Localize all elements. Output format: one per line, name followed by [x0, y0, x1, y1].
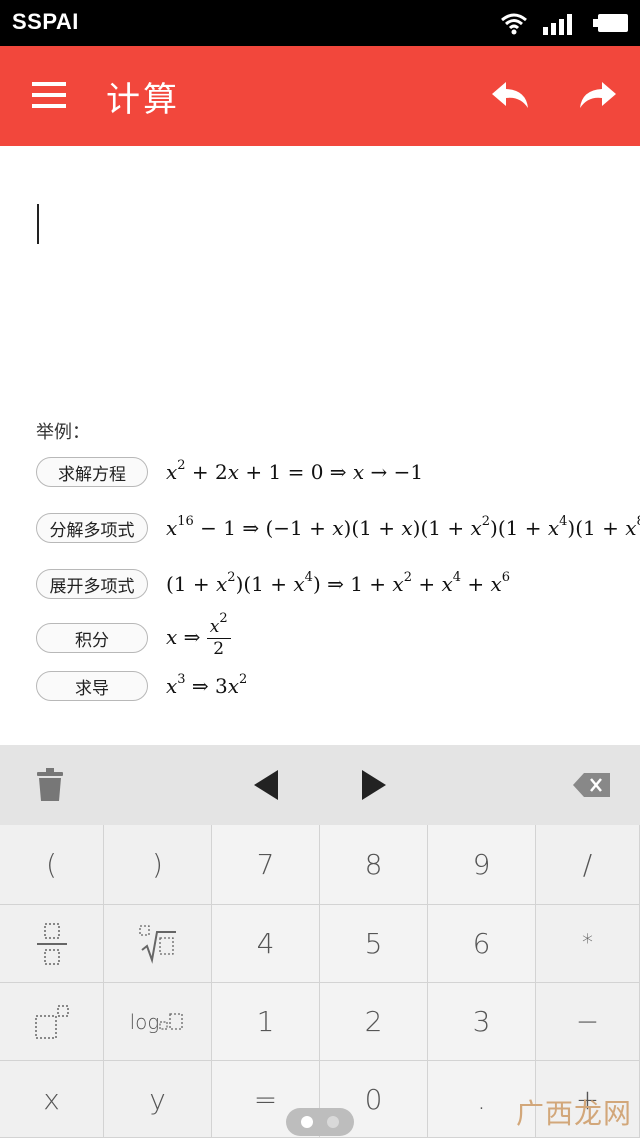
key-y[interactable]: y	[104, 1061, 212, 1138]
app-bar: 计算	[0, 46, 640, 146]
undo-icon	[492, 82, 528, 108]
hamburger-menu-icon	[32, 82, 66, 108]
trash-icon	[37, 768, 63, 801]
key-fraction[interactable]	[0, 905, 104, 983]
example-row-solve: 求解方程 x2 + 2x + 1 = 0 ⇒ x → −1	[36, 456, 423, 488]
redo-button[interactable]	[576, 78, 618, 114]
battery-icon	[593, 14, 628, 32]
solve-formula: x2 + 2x + 1 = 0 ⇒ x → −1	[166, 458, 424, 484]
status-bar: SSPAI	[0, 0, 640, 46]
expression-input[interactable]	[0, 146, 640, 396]
example-row-integral: 积分 x ⇒ x2 2	[36, 612, 231, 657]
page-dot-active	[301, 1116, 313, 1128]
key-log[interactable]: log	[104, 983, 212, 1061]
watermark: 广西龙网	[515, 1097, 632, 1130]
key-5[interactable]: 5	[320, 905, 428, 983]
undo-button[interactable]	[490, 78, 532, 114]
log-label: log	[129, 1009, 160, 1034]
key-open-paren[interactable]: (	[0, 825, 104, 905]
fraction-icon	[36, 922, 67, 965]
signal-icon	[543, 14, 572, 35]
cursor-right-button[interactable]	[344, 745, 404, 825]
right-arrow-icon	[362, 770, 386, 800]
key-9[interactable]: 9	[428, 825, 536, 905]
sqrt-icon	[138, 924, 176, 964]
integral-formula: x ⇒ x2 2	[166, 612, 231, 658]
left-arrow-icon	[254, 770, 278, 800]
power-icon	[34, 1004, 69, 1039]
carrier-label: SSPAI	[12, 9, 79, 34]
example-row-expand: 展开多项式 (1 + x2)(1 + x4) ⇒ 1 + x2 + x4 + x…	[36, 568, 510, 600]
key-sqrt[interactable]	[104, 905, 212, 983]
examples-label: 举例：	[36, 422, 90, 443]
key-3[interactable]: 3	[428, 983, 536, 1061]
text-cursor	[37, 204, 39, 244]
cursor-left-button[interactable]	[236, 745, 296, 825]
integral-button[interactable]: 积分	[36, 623, 148, 653]
key-power[interactable]	[0, 983, 104, 1061]
backspace-icon	[573, 773, 610, 797]
keypad-toolbar	[0, 745, 640, 825]
factor-polynomial-button[interactable]: 分解多项式	[36, 513, 148, 543]
key-close-paren[interactable]: )	[104, 825, 212, 905]
key-6[interactable]: 6	[428, 905, 536, 983]
example-row-factor: 分解多项式 x16 − 1 ⇒ (−1 + x)(1 + x)(1 + x2)(…	[36, 512, 640, 544]
key-8[interactable]: 8	[320, 825, 428, 905]
menu-button[interactable]	[30, 78, 70, 112]
expand-formula: (1 + x2)(1 + x4) ⇒ 1 + x2 + x4 + x6	[166, 570, 511, 596]
derivative-button[interactable]: 求导	[36, 671, 148, 701]
redo-icon	[580, 82, 616, 108]
wifi-icon	[501, 13, 527, 35]
expand-polynomial-button[interactable]: 展开多项式	[36, 569, 148, 599]
clear-button[interactable]	[20, 745, 80, 825]
key-multiply[interactable]: *	[536, 905, 640, 983]
log-placeholder-icon	[159, 1012, 184, 1030]
keypad: ( ) 7 8 9 / 4 5 6 * log 1 2 3 − x y = 0 …	[0, 745, 640, 1138]
key-divide[interactable]: /	[536, 825, 640, 905]
derivative-formula: x3 ⇒ 3x2	[166, 672, 248, 698]
factor-formula: x16 − 1 ⇒ (−1 + x)(1 + x)(1 + x2)(1 + x4…	[166, 514, 640, 540]
page-title: 计算	[106, 80, 180, 120]
key-1[interactable]: 1	[212, 983, 320, 1061]
key-2[interactable]: 2	[320, 983, 428, 1061]
key-x[interactable]: x	[0, 1061, 104, 1138]
page-dot	[327, 1116, 339, 1128]
page-indicator[interactable]	[286, 1108, 354, 1136]
key-minus[interactable]: −	[536, 983, 640, 1061]
key-7[interactable]: 7	[212, 825, 320, 905]
backspace-button[interactable]	[560, 745, 624, 825]
solve-equation-button[interactable]: 求解方程	[36, 457, 148, 487]
example-row-derivative: 求导 x3 ⇒ 3x2	[36, 670, 247, 702]
key-4[interactable]: 4	[212, 905, 320, 983]
